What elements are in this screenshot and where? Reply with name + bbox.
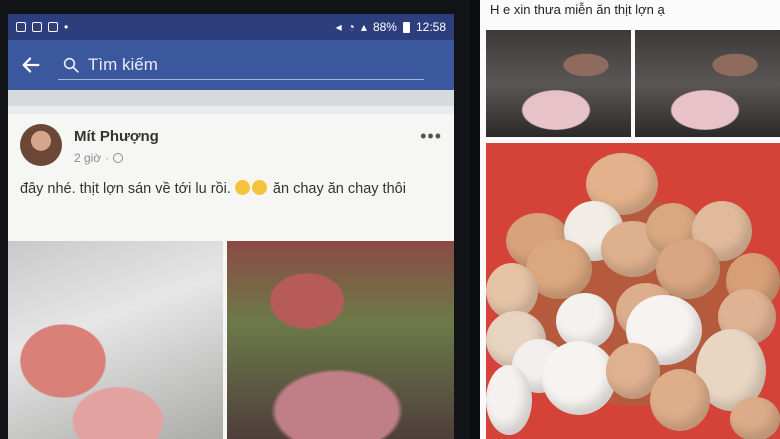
post-time[interactable]: 2 giờ [74,151,101,165]
gallery-notification-icon [16,22,26,32]
emoji-icon [234,180,250,195]
mute-icon: ◂ [335,20,342,34]
facebook-notification-icon [32,22,42,32]
post-author[interactable]: Mít Phượng [74,128,420,145]
post-photos [8,241,454,439]
post-text: đây nhé. thịt lợn sán về tới lu rồi. ăn … [8,166,454,200]
search-icon [63,57,79,73]
emoji-icon [251,180,267,195]
search-bar: Tìm kiếm [8,40,454,90]
back-arrow-icon[interactable] [20,54,42,76]
more-notifications-icon: • [64,20,69,34]
post-photo-raw-meat[interactable] [227,241,454,439]
tiktok-notification-icon [48,22,58,32]
second-post: H e xin thưa miễn ăn thịt lợn ạ [480,0,780,439]
facebook-post: Mít Phượng 2 giờ · ••• đây nhé. thịt lợn… [8,114,454,439]
battery-icon [402,21,410,33]
feed-divider [8,90,454,106]
clock: 12:58 [415,20,446,34]
divider [470,0,480,439]
photo-eggs-in-basket[interactable] [486,143,780,439]
post-text-part2: ăn chay ăn chay thôi [272,181,406,197]
globe-icon [113,153,124,163]
wifi-icon: ◔ [347,20,355,34]
photo-hand-meat[interactable] [486,30,631,137]
search-input[interactable]: Tìm kiếm [58,50,424,80]
post-photo-meat-in-bag[interactable] [8,241,223,439]
post-photos [486,30,780,137]
signal-icon: ▴ [360,20,367,34]
egg [486,365,532,435]
status-bar: • ◂ ◔ ▴ 88% 12:58 [8,14,454,40]
search-placeholder: Tìm kiếm [88,54,158,74]
more-options-icon[interactable]: ••• [420,126,442,147]
post-text-part1: đây nhé. thịt lợn sán về tới lu rồi. [20,181,231,197]
egg [730,397,780,439]
post-caption: H e xin thưa miễn ăn thịt lợn ạ [490,2,665,17]
battery-percent: 88% [372,20,397,34]
egg [650,369,710,431]
phone-screen: • ◂ ◔ ▴ 88% 12:58 Tìm kiếm Mít Phượng 2 … [8,14,454,439]
photo-hand-meat[interactable] [635,30,780,137]
phone-photo: • ◂ ◔ ▴ 88% 12:58 Tìm kiếm Mít Phượng 2 … [0,0,470,439]
egg [542,341,616,415]
avatar[interactable] [20,124,62,166]
